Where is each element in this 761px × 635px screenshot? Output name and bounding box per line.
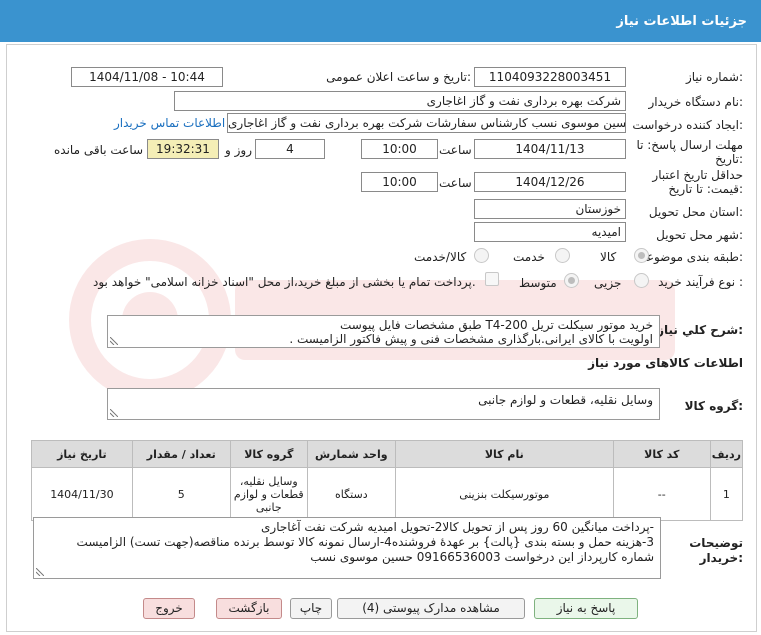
process-medium-label: متوسط xyxy=(519,276,557,290)
goods-group-label: گروه کالا: xyxy=(684,399,743,413)
need-number-label: شماره نیاز: xyxy=(685,70,743,84)
description-textarea[interactable]: خرید موتور سیکلت تریل T4-200 طبق مشخصات … xyxy=(107,315,660,348)
resize-handle-icon[interactable] xyxy=(110,337,118,345)
col-qty: تعداد / مقدار xyxy=(131,440,231,468)
col-name: نام کالا xyxy=(394,440,614,468)
col-row: ردیف xyxy=(709,440,744,468)
page-header: جزئیات اطلاعات نیاز xyxy=(0,0,761,42)
category-goods-service-label: کالا/خدمت xyxy=(414,250,467,264)
back-button[interactable]: بازگشت xyxy=(216,598,282,619)
category-goods-label: کالا xyxy=(600,250,617,264)
deadline-time-field[interactable]: 10:00 xyxy=(361,139,438,159)
deadline-time-label: ساعت xyxy=(439,143,472,157)
cell-row: 1 xyxy=(709,467,744,521)
buyer-org-field[interactable]: شرکت بهره برداری نفت و گاز اغاجاری xyxy=(174,91,626,111)
buyer-notes-label-2: خریدار: xyxy=(699,551,743,565)
cell-date: 1404/11/30 xyxy=(31,467,133,521)
buyer-contact-link[interactable]: اطلاعات تماس خریدار xyxy=(114,116,225,130)
days-remaining-field: 4 xyxy=(255,139,325,159)
city-label: شهر محل تحویل: xyxy=(656,228,743,242)
buyer-notes-line-3: شماره کارپرداز این درخواست 09166536003 ح… xyxy=(310,550,654,564)
description-label: شرح کلي نياز: xyxy=(657,323,743,337)
category-service-radio[interactable] xyxy=(555,248,570,263)
col-group: گروه کالا xyxy=(229,440,308,468)
validity-time-field[interactable]: 10:00 xyxy=(361,172,438,192)
reply-button[interactable]: پاسخ به نیاز xyxy=(534,598,638,619)
province-field[interactable]: خوزستان xyxy=(474,199,626,219)
table-row[interactable]: 1 -- موتورسیکلت بنزینی دستگاه وسایل نقلی… xyxy=(31,467,744,521)
city-field[interactable]: امیدیه xyxy=(474,222,626,242)
process-medium-radio[interactable] xyxy=(564,273,579,288)
province-label: استان محل تحویل: xyxy=(648,205,743,219)
goods-group-textarea[interactable]: وسایل نقلیه، قطعات و لوازم جانبی xyxy=(107,388,660,420)
deadline-label: مهلت ارسال پاسخ: تا xyxy=(636,138,743,152)
treasury-payment-checkbox[interactable] xyxy=(485,272,499,286)
validity-date-field[interactable]: 1404/12/26 xyxy=(474,172,626,192)
buyer-org-label: نام دستگاه خریدار: xyxy=(648,95,744,109)
description-line-2: اولویت با کالای ایرانی.بارگذاری مشخصات ف… xyxy=(289,332,653,346)
process-minor-label: جزیی xyxy=(594,276,622,290)
cell-name: موتورسیکلت بنزینی xyxy=(394,467,614,521)
treasury-payment-note: پرداخت تمام یا بخشی از مبلغ خرید،از محل … xyxy=(93,275,476,289)
category-goods-radio[interactable] xyxy=(634,248,649,263)
col-code: کد کالا xyxy=(612,440,711,468)
process-minor-radio[interactable] xyxy=(634,273,649,288)
page-title: جزئیات اطلاعات نیاز xyxy=(616,14,747,29)
cell-unit: دستگاه xyxy=(306,467,396,521)
table-header-row: ردیف کد کالا نام کالا واحد شمارش گروه کا… xyxy=(31,440,744,468)
attachments-button[interactable]: مشاهده مدارک پیوستی (4) xyxy=(337,598,525,619)
resize-handle-icon[interactable] xyxy=(110,409,118,417)
announce-date-label: تاریخ و ساعت اعلان عمومی: xyxy=(326,70,471,84)
goods-table: ردیف کد کالا نام کالا واحد شمارش گروه کا… xyxy=(31,440,744,521)
print-button[interactable]: چاپ xyxy=(290,598,332,619)
validity-label: حداقل تاریخ اعتبار xyxy=(652,168,743,182)
col-date: تاریخ نیاز xyxy=(31,440,133,468)
category-service-label: خدمت xyxy=(513,250,545,264)
requester-label: ایجاد کننده درخواست: xyxy=(632,118,743,132)
goods-group-value: وسایل نقلیه، قطعات و لوازم جانبی xyxy=(478,393,653,407)
cell-group: وسایل نقلیه، قطعات و لوازم جانبی xyxy=(229,467,308,521)
deadline-date-field[interactable]: 1404/11/13 xyxy=(474,139,626,159)
deadline-label-date: تاریخ: xyxy=(715,152,743,166)
buyer-notes-textarea[interactable]: -پرداخت میانگین 60 روز پس از تحویل کالا2… xyxy=(33,517,661,579)
process-type-label: نوع فرآیند خرید : xyxy=(658,275,743,289)
goods-info-title: اطلاعات کالاهای مورد نیاز xyxy=(588,356,743,370)
col-unit: واحد شمارش xyxy=(306,440,396,468)
buyer-notes-line-1: -پرداخت میانگین 60 روز پس از تحویل کالا2… xyxy=(261,520,654,534)
resize-handle-icon[interactable] xyxy=(36,568,44,576)
cell-code: -- xyxy=(612,467,711,521)
remaining-time-label: ساعت باقی مانده xyxy=(54,143,144,157)
validity-label-date: قیمت: تا تاریخ: xyxy=(668,182,743,196)
description-line-1: خرید موتور سیکلت تریل T4-200 طبق مشخصات … xyxy=(339,318,653,332)
category-goods-service-radio[interactable] xyxy=(474,248,489,263)
buyer-notes-line-2: 3-هزینه حمل و بسته بندی {پالت} بر عهدهٔ … xyxy=(76,535,654,549)
days-label: روز و xyxy=(225,143,252,157)
announce-date-field[interactable]: 1404/11/08 - 10:44 xyxy=(71,67,223,87)
need-number-field[interactable]: 1104093228003451 xyxy=(474,67,626,87)
category-label: طبقه بندی موضوعی: xyxy=(636,250,743,264)
requester-field[interactable]: حسین موسوی نسب کارشناس سفارشات شرکت بهره… xyxy=(227,113,626,133)
remaining-time-field: 19:32:31 xyxy=(147,139,219,159)
exit-button[interactable]: خروج xyxy=(143,598,195,619)
cell-qty: 5 xyxy=(131,467,231,521)
buyer-notes-label: توضیحات xyxy=(689,536,743,550)
validity-time-label: ساعت xyxy=(439,176,472,190)
